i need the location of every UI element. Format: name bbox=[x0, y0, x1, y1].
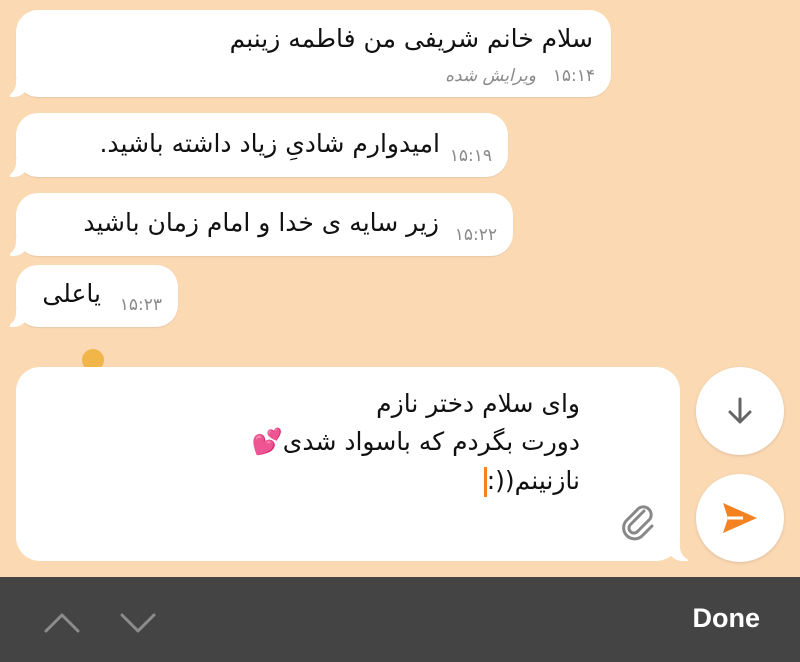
chevron-down-icon[interactable] bbox=[118, 603, 158, 643]
chevron-up-icon[interactable] bbox=[42, 603, 82, 643]
keyboard-toolbar: Done bbox=[0, 577, 800, 662]
message-text: سلام خانم شریفی من فاطمه زینبم bbox=[229, 24, 593, 53]
draft-line-with-cursor: نازنینم((: bbox=[483, 466, 580, 497]
message-bubble[interactable]: سلام خانم شریفی من فاطمه زینبم ۱۵:۱۴ ویر… bbox=[0, 10, 611, 97]
bubble-tail bbox=[0, 79, 28, 97]
message-bubble[interactable]: امیدوارم شادیِ زیاد داشته باشید. ۱۵:۱۹ bbox=[0, 113, 508, 177]
bubble-tail bbox=[0, 238, 28, 256]
message-time: ۱۵:۲۲ bbox=[454, 225, 497, 245]
message-text: امیدوارم شادیِ زیاد داشته باشید. bbox=[99, 129, 440, 158]
message-time: ۱۵:۱۴ bbox=[552, 66, 595, 86]
bubble-tail bbox=[0, 309, 28, 327]
message-bubble[interactable]: زیر سایه ی خدا و امام زمان باشید ۱۵:۲۲ bbox=[0, 193, 513, 256]
send-button[interactable] bbox=[696, 474, 784, 562]
scroll-down-button[interactable] bbox=[696, 367, 784, 455]
send-icon bbox=[723, 503, 757, 533]
bubble-tail bbox=[0, 159, 28, 177]
message-time: ۱۵:۱۹ bbox=[449, 146, 492, 166]
edited-label: ویرایش شده bbox=[445, 66, 536, 86]
composer-tail bbox=[668, 541, 700, 561]
draft-line: وای سلام دختر نازم bbox=[376, 389, 580, 418]
draft-text: نازنینم((: bbox=[486, 466, 580, 495]
done-button[interactable]: Done bbox=[693, 603, 761, 634]
message-time: ۱۵:۲۳ bbox=[119, 295, 162, 315]
message-text: زیر سایه ی خدا و امام زمان باشید bbox=[83, 208, 439, 237]
paperclip-icon[interactable] bbox=[616, 499, 660, 543]
draft-line: دورت بگردم که باسواد شدی💕 bbox=[251, 427, 580, 456]
message-text: یاعلی bbox=[42, 279, 101, 308]
message-bubble[interactable]: یاعلی ۱۵:۲۳ bbox=[0, 265, 178, 327]
message-input[interactable]: وای سلام دختر نازم دورت بگردم که باسواد … bbox=[16, 367, 700, 561]
arrow-down-icon bbox=[728, 397, 752, 424]
